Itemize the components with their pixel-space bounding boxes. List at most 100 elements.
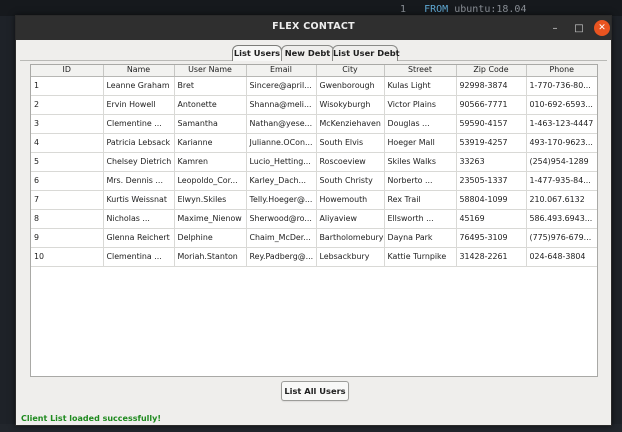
- table-row[interactable]: 4 Patricia Lebsack Karianne Julianne.OCo…: [31, 133, 597, 153]
- cell-phone: 210.067.6132: [526, 190, 597, 210]
- cell-id: 3: [31, 114, 104, 134]
- cell-phone: (254)954-1289: [526, 152, 597, 172]
- cell-phone: 010-692-6593...: [526, 95, 597, 115]
- cell-city: South Christy: [316, 171, 385, 191]
- cell-zip-code: 45169: [456, 209, 527, 229]
- cell-street: Rex Trail: [384, 190, 457, 210]
- flex-contact-window: FLEX CONTACT – □ ✕ List Users New Debt L…: [15, 15, 612, 426]
- users-table-container[interactable]: ID Name User Name Email City Street Zip …: [30, 64, 598, 377]
- maximize-button[interactable]: □: [571, 20, 587, 36]
- cell-city: Lebsackbury: [316, 247, 385, 267]
- cell-username: Leopoldo_Cor...: [174, 171, 247, 191]
- cell-name: Mrs. Dennis ...: [103, 171, 175, 191]
- column-header-zip-code[interactable]: Zip Code: [456, 65, 527, 77]
- cell-city: McKenziehaven: [316, 114, 385, 134]
- cell-phone: 1-463-123-4447: [526, 114, 597, 134]
- cell-city: Aliyaview: [316, 209, 385, 229]
- cell-name: Leanne Graham: [103, 76, 175, 96]
- table-row[interactable]: 10 Clementina ... Moriah.Stanton Rey.Pad…: [31, 247, 597, 267]
- cell-phone: 493-170-9623...: [526, 133, 597, 153]
- column-header-id[interactable]: ID: [31, 65, 104, 77]
- cell-email: Sincere@april...: [246, 76, 317, 96]
- tab-bar: List Users New Debt List User Debt: [16, 40, 611, 62]
- cell-id: 6: [31, 171, 104, 191]
- cell-username: Kamren: [174, 152, 247, 172]
- cell-phone: (775)976-679...: [526, 228, 597, 248]
- window-title: FLEX CONTACT: [272, 21, 355, 32]
- cell-phone: 586.493.6943...: [526, 209, 597, 229]
- table-row[interactable]: 7 Kurtis Weissnat Elwyn.Skiles Telly.Hoe…: [31, 190, 597, 210]
- table-row[interactable]: 9 Glenna Reichert Delphine Chaim_McDer..…: [31, 228, 597, 248]
- cell-zip-code: 23505-1337: [456, 171, 527, 191]
- column-header-city[interactable]: City: [316, 65, 385, 77]
- cell-name: Glenna Reichert: [103, 228, 175, 248]
- cell-street: Norberto ...: [384, 171, 457, 191]
- column-header-street[interactable]: Street: [384, 65, 457, 77]
- cell-username: Delphine: [174, 228, 247, 248]
- table-row[interactable]: 2 Ervin Howell Antonette Shanna@meli... …: [31, 95, 597, 115]
- table-row[interactable]: 3 Clementine ... Samantha Nathan@yese...…: [31, 114, 597, 134]
- cell-city: South Elvis: [316, 133, 385, 153]
- cell-zip-code: 31428-2261: [456, 247, 527, 267]
- cell-email: Telly.Hoeger@...: [246, 190, 317, 210]
- cell-id: 7: [31, 190, 104, 210]
- cell-id: 5: [31, 152, 104, 172]
- cell-name: Patricia Lebsack: [103, 133, 175, 153]
- background-terminal-bar: [0, 0, 622, 16]
- tab-list-user-debt[interactable]: List User Debt: [332, 45, 400, 61]
- cell-username: Elwyn.Skiles: [174, 190, 247, 210]
- cell-name: Clementine ...: [103, 114, 175, 134]
- table-row[interactable]: 5 Chelsey Dietrich Kamren Lucio_Hetting.…: [31, 152, 597, 172]
- cell-email: Karley_Dach...: [246, 171, 317, 191]
- cell-phone: 024-648-3804: [526, 247, 597, 267]
- cell-phone: 1-477-935-84...: [526, 171, 597, 191]
- cell-name: Ervin Howell: [103, 95, 175, 115]
- cell-city: Gwenborough: [316, 76, 385, 96]
- cell-name: Kurtis Weissnat: [103, 190, 175, 210]
- cell-username: Moriah.Stanton: [174, 247, 247, 267]
- column-header-name[interactable]: Name: [103, 65, 175, 77]
- cell-id: 4: [31, 133, 104, 153]
- cell-email: Rey.Padberg@...: [246, 247, 317, 267]
- window-titlebar[interactable]: FLEX CONTACT – □ ✕: [16, 16, 611, 40]
- cell-zip-code: 58804-1099: [456, 190, 527, 210]
- table-row[interactable]: 1 Leanne Graham Bret Sincere@april... Gw…: [31, 76, 597, 96]
- cell-id: 1: [31, 76, 104, 96]
- table-row[interactable]: 8 Nicholas ... Maxime_Nienow Sherwood@ro…: [31, 209, 597, 229]
- cell-email: Julianne.OCon...: [246, 133, 317, 153]
- cell-email: Lucio_Hetting...: [246, 152, 317, 172]
- cell-id: 8: [31, 209, 104, 229]
- cell-zip-code: 76495-3109: [456, 228, 527, 248]
- cell-street: Dayna Park: [384, 228, 457, 248]
- cell-name: Chelsey Dietrich: [103, 152, 175, 172]
- column-header-phone[interactable]: Phone: [526, 65, 597, 77]
- cell-street: Skiles Walks: [384, 152, 457, 172]
- cell-email: Nathan@yese...: [246, 114, 317, 134]
- close-button[interactable]: ✕: [594, 20, 610, 36]
- cell-street: Hoeger Mall: [384, 133, 457, 153]
- users-table: ID Name User Name Email City Street Zip …: [31, 65, 597, 267]
- list-all-users-button[interactable]: List All Users: [281, 381, 349, 401]
- cell-zip-code: 53919-4257: [456, 133, 527, 153]
- cell-name: Nicholas ...: [103, 209, 175, 229]
- minimize-button[interactable]: –: [547, 20, 563, 36]
- cell-street: Victor Plains: [384, 95, 457, 115]
- status-message: Client List loaded successfully!: [21, 414, 162, 423]
- cell-city: Wisokyburgh: [316, 95, 385, 115]
- tab-new-debt[interactable]: New Debt: [281, 45, 334, 61]
- cell-username: Antonette: [174, 95, 247, 115]
- terminal-keyword: FROM: [424, 4, 449, 15]
- table-row[interactable]: 6 Mrs. Dennis ... Leopoldo_Cor... Karley…: [31, 171, 597, 191]
- cell-city: Roscoeview: [316, 152, 385, 172]
- cell-username: Bret: [174, 76, 247, 96]
- column-header-username[interactable]: User Name: [174, 65, 247, 77]
- cell-id: 9: [31, 228, 104, 248]
- cell-street: Douglas ...: [384, 114, 457, 134]
- cell-zip-code: 59590-4157: [456, 114, 527, 134]
- cell-phone: 1-770-736-80...: [526, 76, 597, 96]
- tab-list-users[interactable]: List Users: [232, 45, 282, 61]
- cell-email: Chaim_McDer...: [246, 228, 317, 248]
- cell-id: 2: [31, 95, 104, 115]
- cell-zip-code: 33263: [456, 152, 527, 172]
- column-header-email[interactable]: Email: [246, 65, 317, 77]
